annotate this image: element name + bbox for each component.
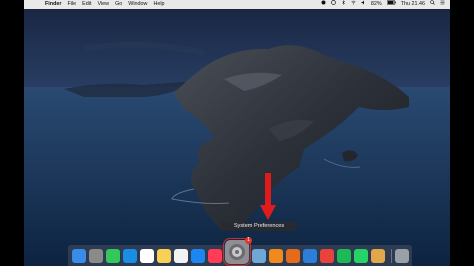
menu-go[interactable]: Go <box>115 0 122 9</box>
menu-file[interactable]: File <box>67 0 76 9</box>
firefox-icon[interactable] <box>286 248 300 263</box>
volume-icon[interactable] <box>361 0 366 9</box>
trash-icon[interactable] <box>395 248 409 263</box>
battery-percent[interactable]: 82% <box>371 0 382 9</box>
wifi-icon[interactable] <box>351 0 356 9</box>
messages-icon[interactable] <box>106 248 120 263</box>
notes-icon[interactable] <box>157 248 171 263</box>
spotlight-icon[interactable] <box>430 0 435 9</box>
menu-help[interactable]: Help <box>153 0 164 9</box>
spotify-icon[interactable] <box>337 248 351 263</box>
menu-edit[interactable]: Edit <box>82 0 91 9</box>
system-preferences-icon[interactable]: 1 <box>223 236 252 266</box>
whatsapp-icon[interactable] <box>354 248 368 263</box>
dock-tooltip: System Preferences <box>221 222 297 231</box>
menu-window[interactable]: Window <box>128 0 147 9</box>
finder-icon[interactable] <box>72 248 86 263</box>
red-arrow-annotation <box>260 173 276 220</box>
notification-badge: 1 <box>245 236 252 244</box>
status-area: 82% Thu 21.46 <box>316 0 450 9</box>
calendar-icon[interactable] <box>140 248 154 263</box>
app-store-icon[interactable] <box>191 248 205 263</box>
launchpad-icon[interactable] <box>89 248 103 263</box>
status-dot-icon[interactable] <box>321 0 326 9</box>
dock-separator <box>391 248 392 263</box>
control-center-icon[interactable] <box>440 0 445 9</box>
vlc-icon[interactable] <box>269 248 283 263</box>
menu-app-name[interactable]: Finder <box>45 0 61 9</box>
chrome-icon[interactable] <box>320 248 334 263</box>
safari-icon[interactable] <box>123 248 137 263</box>
xcode-icon[interactable] <box>303 248 317 263</box>
bluetooth-icon[interactable] <box>341 0 346 9</box>
screen-record-icon[interactable] <box>331 0 336 9</box>
battery-icon[interactable] <box>386 0 396 9</box>
music-icon[interactable] <box>208 248 222 263</box>
preview-icon[interactable] <box>252 248 266 263</box>
folder-icon[interactable] <box>371 248 385 263</box>
menu-view[interactable]: View <box>97 0 109 9</box>
desktop-screen: Finder File Edit View Go Window Help 82% <box>24 0 450 266</box>
reminders-icon[interactable] <box>174 248 188 263</box>
menu-bar: Finder File Edit View Go Window Help 82% <box>24 0 450 9</box>
menu-clock[interactable]: Thu 21.46 <box>401 0 425 9</box>
dock: 1 <box>68 236 412 266</box>
